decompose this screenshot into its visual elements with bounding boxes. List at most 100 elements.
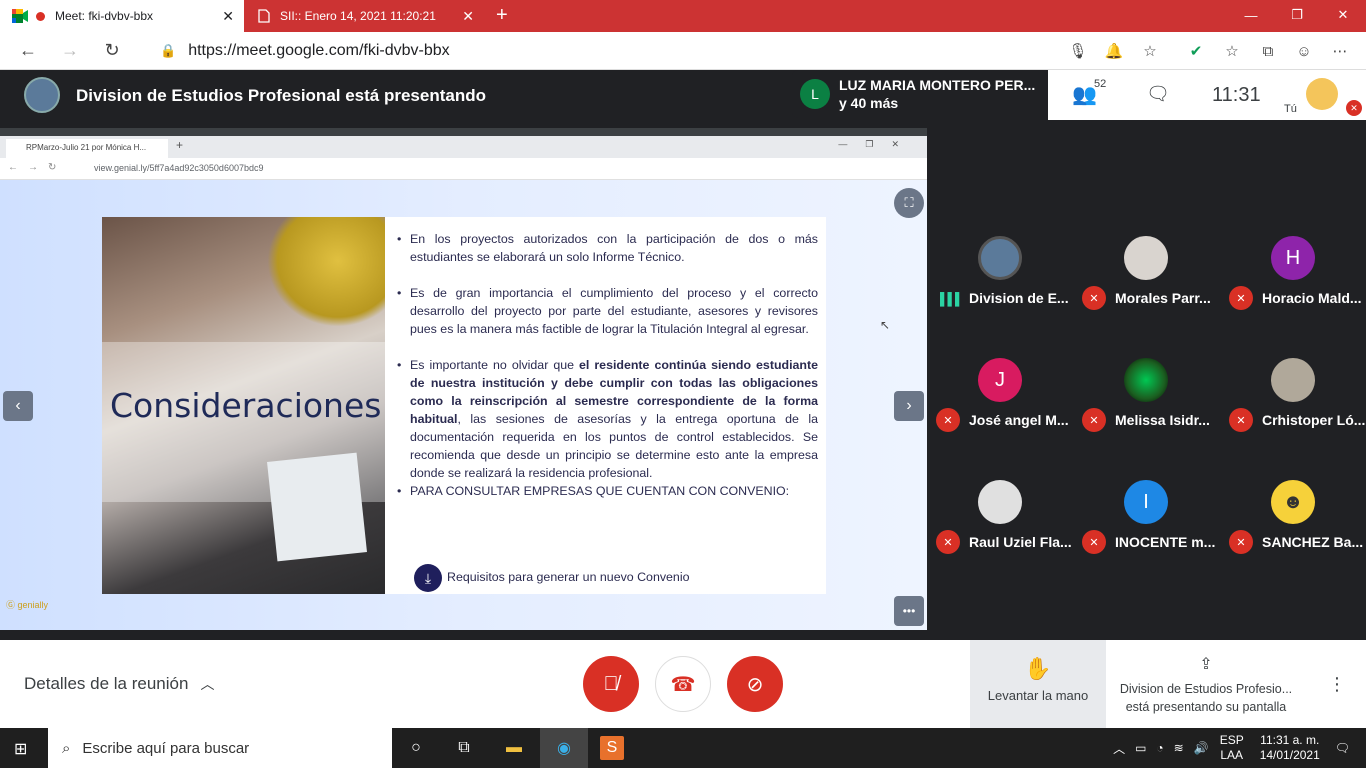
inner-new-tab-icon: +: [176, 138, 184, 152]
meeting-details-button[interactable]: Detalles de la reunión ︿: [24, 674, 214, 694]
meet-controls: Detalles de la reunión ︿ 🎙̸ ☎ ⊘ ✋ Levanta…: [0, 640, 1366, 728]
url-path: /fki-dvbv-bbx: [358, 42, 450, 59]
hand-icon: ✋: [1024, 656, 1052, 681]
genially-brand: genially: [17, 600, 49, 610]
windows-start-icon[interactable]: ⊞: [14, 739, 32, 758]
participant-avatar[interactable]: H: [1271, 236, 1315, 280]
participant-name: Division de E...: [969, 290, 1069, 306]
tab-close-icon[interactable]: ✕: [462, 8, 474, 25]
participant-avatar[interactable]: [1124, 236, 1168, 280]
mic-off-icon: 🎙̸: [603, 672, 619, 695]
slide-bullets: En los proyectos autorizados con la part…: [397, 230, 818, 500]
cortana-icon[interactable]: ○: [404, 736, 428, 760]
chat-avatar: L: [800, 79, 830, 109]
collections-icon[interactable]: ⧉: [1252, 36, 1284, 66]
participant-name: José angel M...: [969, 412, 1069, 428]
tab-close-icon[interactable]: ✕: [222, 8, 234, 25]
inner-browser-tabbar: RPMarzo-Julio 21 por Mónica H... + —❐✕: [0, 136, 927, 158]
url-input[interactable]: 🔒 https://meet.google.com/fki-dvbv-bbx: [146, 36, 1124, 66]
tab-sii[interactable]: SII:: Enero 14, 2021 11:20:21 ✕: [244, 0, 484, 32]
phone-hangup-icon: ☎: [670, 673, 696, 696]
battery-icon[interactable]: ▭: [1135, 741, 1146, 755]
file-explorer-icon[interactable]: ▬: [502, 736, 526, 760]
meeting-clock: 11:31: [1212, 84, 1261, 106]
chat-notification[interactable]: L LUZ MARIA MONTERO PER... y 40 más: [792, 70, 1046, 118]
system-clock[interactable]: 11:31 a. m. 14/01/2021: [1260, 733, 1320, 763]
participant-avatar[interactable]: J: [978, 358, 1022, 402]
notification-bell-icon[interactable]: 🔔: [1098, 36, 1130, 66]
favorites-icon[interactable]: ☆: [1216, 36, 1248, 66]
taskbar-search[interactable]: ⌕ Escribe aquí para buscar: [48, 728, 392, 768]
wifi-icon[interactable]: ≋: [1174, 741, 1184, 755]
microphone-icon[interactable]: 🎙: [1062, 36, 1094, 66]
chevron-up-icon[interactable]: ︿: [1113, 740, 1125, 757]
more-options-icon[interactable]: ⋮: [1328, 674, 1346, 695]
minimize-icon[interactable]: —: [1228, 0, 1274, 30]
reload-icon[interactable]: ↻: [98, 37, 126, 65]
participant-avatar[interactable]: [978, 480, 1022, 524]
bullet-1: En los proyectos autorizados con la part…: [397, 230, 818, 266]
mic-off-icon: ✕: [1082, 286, 1106, 310]
clock-date: 14/01/2021: [1259, 748, 1320, 762]
window-controls: — ❐ ✕: [1228, 0, 1366, 30]
participant-avatar[interactable]: [1124, 358, 1168, 402]
hang-up-button[interactable]: ☎: [655, 656, 711, 712]
lang-line1: ESP: [1219, 733, 1244, 747]
star-icon[interactable]: ☆: [1134, 36, 1166, 66]
shared-screen: RPMarzo-Julio 21 por Mónica H... + —❐✕ ←…: [0, 128, 927, 630]
browser-toolbar-icons: 🎙 🔔 ☆ ✔ ☆ ⧉ ☺ ⋯: [1058, 36, 1356, 66]
mic-off-icon: ✕: [1229, 530, 1253, 554]
bullet-3: Es importante no olvidar que el resident…: [397, 356, 818, 482]
participant-avatar[interactable]: I: [1124, 480, 1168, 524]
presentation-line1: Division de Estudios Profesio...: [1119, 682, 1293, 696]
mic-off-icon: ✕: [1082, 530, 1106, 554]
sublime-text-icon[interactable]: S: [600, 736, 624, 760]
url-host: https://meet.google.com: [188, 42, 359, 59]
back-arrow-icon[interactable]: ←: [14, 37, 42, 65]
address-bar: ← → ↻ 🔒 https://meet.google.com/fki-dvbv…: [0, 32, 1366, 70]
tab-meet[interactable]: Meet: fki-dvbv-bbx ✕: [0, 0, 244, 32]
document-icon: [256, 8, 272, 24]
inner-window-controls: —❐✕: [838, 139, 917, 149]
chat-sender: LUZ MARIA MONTERO PER...: [839, 77, 1036, 93]
presentation-line2: está presentando su pantalla: [1125, 700, 1287, 714]
forward-arrow-icon[interactable]: →: [56, 37, 84, 65]
network-icon[interactable]: ◔: [1156, 741, 1163, 755]
download-icon: ⤓: [414, 564, 442, 592]
participant-count: 52: [1094, 78, 1107, 90]
bullet-2: Es de gran importancia el cumplimiento d…: [397, 284, 818, 338]
participant-avatar[interactable]: ☻: [1271, 480, 1315, 524]
mic-toggle-button[interactable]: 🎙̸: [583, 656, 639, 712]
raise-hand-button[interactable]: ✋ Levantar la mano: [970, 640, 1106, 728]
more-dots-icon: •••: [894, 596, 924, 626]
extension-shield-icon[interactable]: ✔: [1180, 36, 1212, 66]
participant-avatar[interactable]: [1271, 358, 1315, 402]
input-language[interactable]: ESP LAA: [1220, 733, 1244, 763]
participant-avatar[interactable]: [978, 236, 1022, 280]
close-window-icon[interactable]: ✕: [1320, 0, 1366, 30]
task-view-icon[interactable]: ⧉: [452, 736, 476, 760]
volume-icon[interactable]: 🔊: [1194, 741, 1209, 755]
present-screen-icon: ⇪: [1199, 656, 1213, 673]
fullscreen-icon: ⛶: [894, 188, 924, 218]
new-tab-icon[interactable]: +: [496, 0, 508, 32]
camera-off-icon: ⊘: [746, 673, 764, 696]
mic-off-icon: ✕: [936, 408, 960, 432]
edge-browser-icon[interactable]: ◉: [552, 736, 576, 760]
self-avatar[interactable]: [1306, 78, 1338, 110]
meet-top-bar: Division de Estudios Profesional está pr…: [0, 70, 1366, 128]
mic-off-icon: ✕: [1229, 408, 1253, 432]
restore-icon[interactable]: ❐: [1274, 0, 1320, 30]
presentation-info[interactable]: ⇪ Division de Estudios Profesio... está …: [1108, 640, 1304, 728]
search-icon: ⌕: [62, 739, 71, 757]
photo-paper: [267, 452, 367, 562]
notifications-icon[interactable]: 🗨: [1335, 741, 1350, 755]
more-options-icon[interactable]: ⋯: [1324, 36, 1356, 66]
profile-avatar-icon[interactable]: ☺: [1288, 36, 1320, 66]
meet-info-bar: 👥 52 🗨 11:31 Tú ✕: [1048, 70, 1366, 120]
camera-toggle-button[interactable]: ⊘: [727, 656, 783, 712]
tab-title: SII:: Enero 14, 2021 11:20:21: [280, 9, 436, 23]
chat-icon[interactable]: 🗨: [1146, 82, 1170, 106]
tab-title: Meet: fki-dvbv-bbx: [55, 9, 154, 23]
bullet-3-c: , las sesiones de asesorías y la entrega…: [410, 412, 818, 480]
